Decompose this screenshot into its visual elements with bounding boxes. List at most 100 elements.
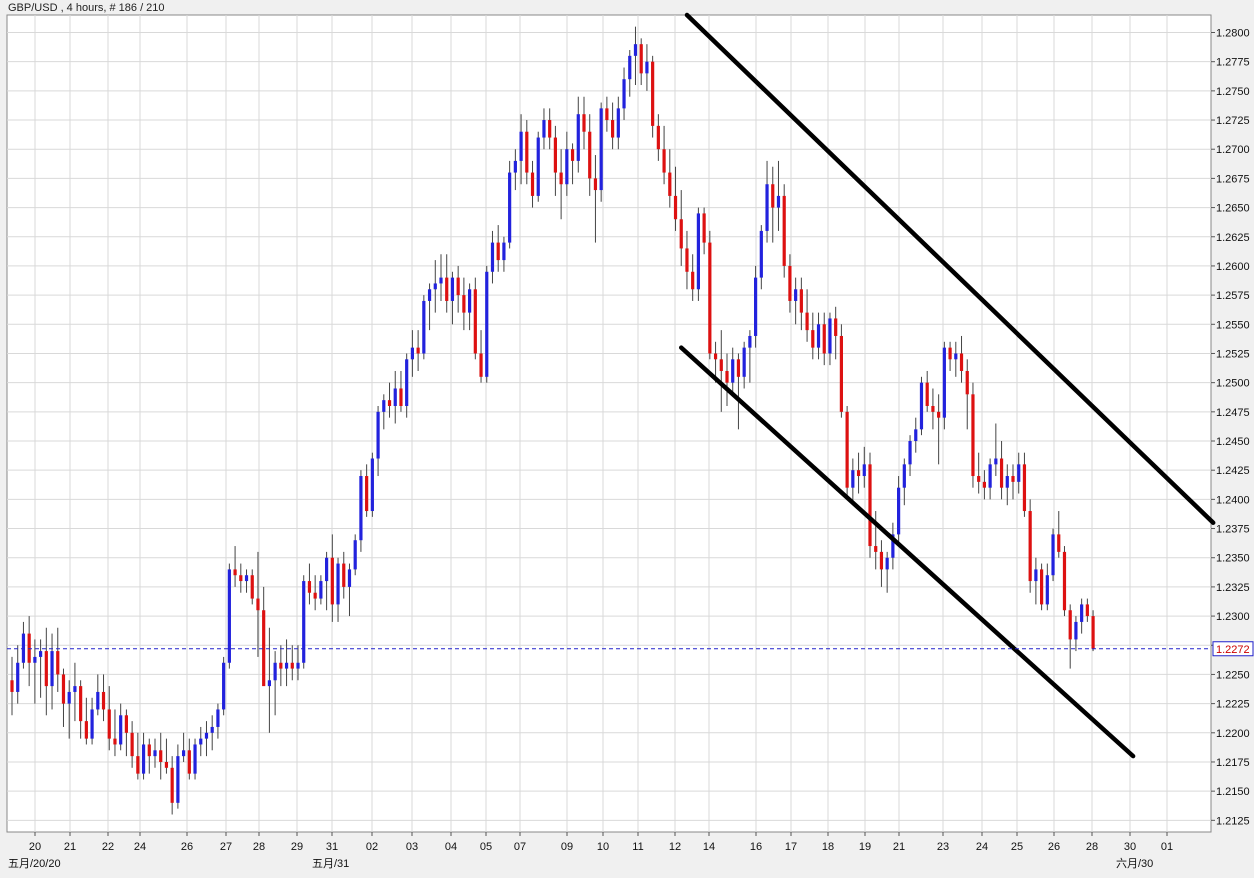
candle-body [433,283,437,290]
candle-body [56,651,60,675]
candle-body [559,172,563,185]
candle-body [124,715,128,733]
y-tick-label: 1.2475 [1216,407,1250,419]
candle-body [1091,616,1095,649]
y-tick-label: 1.2650 [1216,203,1250,215]
candle-body [622,79,626,109]
candle-body [216,709,220,727]
y-tick-label: 1.2800 [1216,28,1250,40]
candle [302,575,306,669]
candle-body [107,709,111,739]
x-tick-label: 09 [561,841,573,853]
candle-body [1005,476,1009,488]
candle-body [1028,511,1032,582]
candle-body [816,324,821,348]
candle-body [136,756,140,774]
y-tick-label: 1.2750 [1216,86,1250,98]
y-tick-label: 1.2300 [1216,611,1250,623]
candle-body [673,195,678,220]
candle-body [977,476,981,482]
x-tick-label: 16 [750,841,762,853]
candle-body [582,114,586,132]
candle-body [250,575,254,599]
candle-body [570,149,575,161]
x-tick-label: 03 [406,841,418,853]
candle [359,470,363,552]
candle-body [96,691,100,710]
candle-body [147,744,151,757]
candle [370,452,374,517]
candle-body [702,213,706,243]
candle-body [1040,569,1044,605]
candle-body [811,330,815,348]
candle-body [856,470,861,477]
candle [353,534,357,576]
candlestick-chart[interactable]: 1.2125 1.2150 1.2175 1.2200 1.2225 1.2250 1.22… [0,0,1254,873]
candle-body [359,476,363,541]
candle-body [73,686,77,692]
candle-body [456,277,460,296]
candle [868,452,872,558]
candle-body [267,680,271,687]
candle-body [1045,575,1049,605]
y-tick-label: 1.2525 [1216,348,1250,360]
x-tick-label: 02 [366,841,378,853]
candle [422,295,426,360]
y-tick-label: 1.2425 [1216,465,1250,477]
x-tick-label: 22 [102,841,114,853]
candle-body [502,242,506,261]
candle-body [61,674,66,704]
candle-body [639,44,643,74]
candle-body [542,120,546,138]
candle-body [262,610,266,687]
candle [1062,546,1067,617]
candle [839,324,843,418]
candle-body [399,388,403,406]
candle-body [948,347,952,360]
candle-body [113,738,117,745]
candle-body [874,546,878,552]
candle-body [1085,604,1089,617]
candle-body [565,149,569,185]
y-tick-label: 1.2700 [1216,144,1250,156]
candle-body [279,662,283,669]
candle-body [141,744,146,774]
x-tick-label: 14 [703,841,715,853]
candle-body [845,411,849,488]
candle-body [405,359,409,406]
plot-area[interactable] [6,14,1212,833]
candle-body [473,289,477,354]
y-tick-label: 1.2775 [1216,57,1250,69]
x-tick-label: 31 [326,841,338,853]
chart-window: 1.2125 1.2150 1.2175 1.2200 1.2225 1.2250 1.22… [0,0,1254,873]
candle-body [965,370,969,395]
candle-body [742,347,746,377]
candle [1028,499,1032,593]
candle-body [914,429,918,442]
x-tick-label: 24 [134,841,146,853]
y-tick-label: 1.2600 [1216,261,1250,273]
candle-body [79,686,83,722]
y-tick-label: 1.2225 [1216,699,1250,711]
candle-body [588,131,592,179]
candle-body [576,114,580,161]
x-period-label: 五月/20/20 [8,858,61,870]
candle-body [1074,621,1078,640]
candle-body [170,767,174,803]
candle-body [44,651,48,687]
candle-body [1062,551,1067,611]
candle-body [101,691,106,710]
candle-body [725,370,729,383]
x-tick-label: 01 [1161,841,1173,853]
candle-body [708,242,712,354]
candle-body [794,289,798,301]
x-tick-label: 12 [669,841,681,853]
candle-body [204,732,209,739]
x-tick-label: 30 [1124,841,1136,853]
candle-body [468,289,472,313]
x-tick-label: 04 [445,841,457,853]
candle-body [325,557,329,582]
candle-body [16,662,20,692]
candle-body [971,394,975,477]
candle [473,277,477,360]
